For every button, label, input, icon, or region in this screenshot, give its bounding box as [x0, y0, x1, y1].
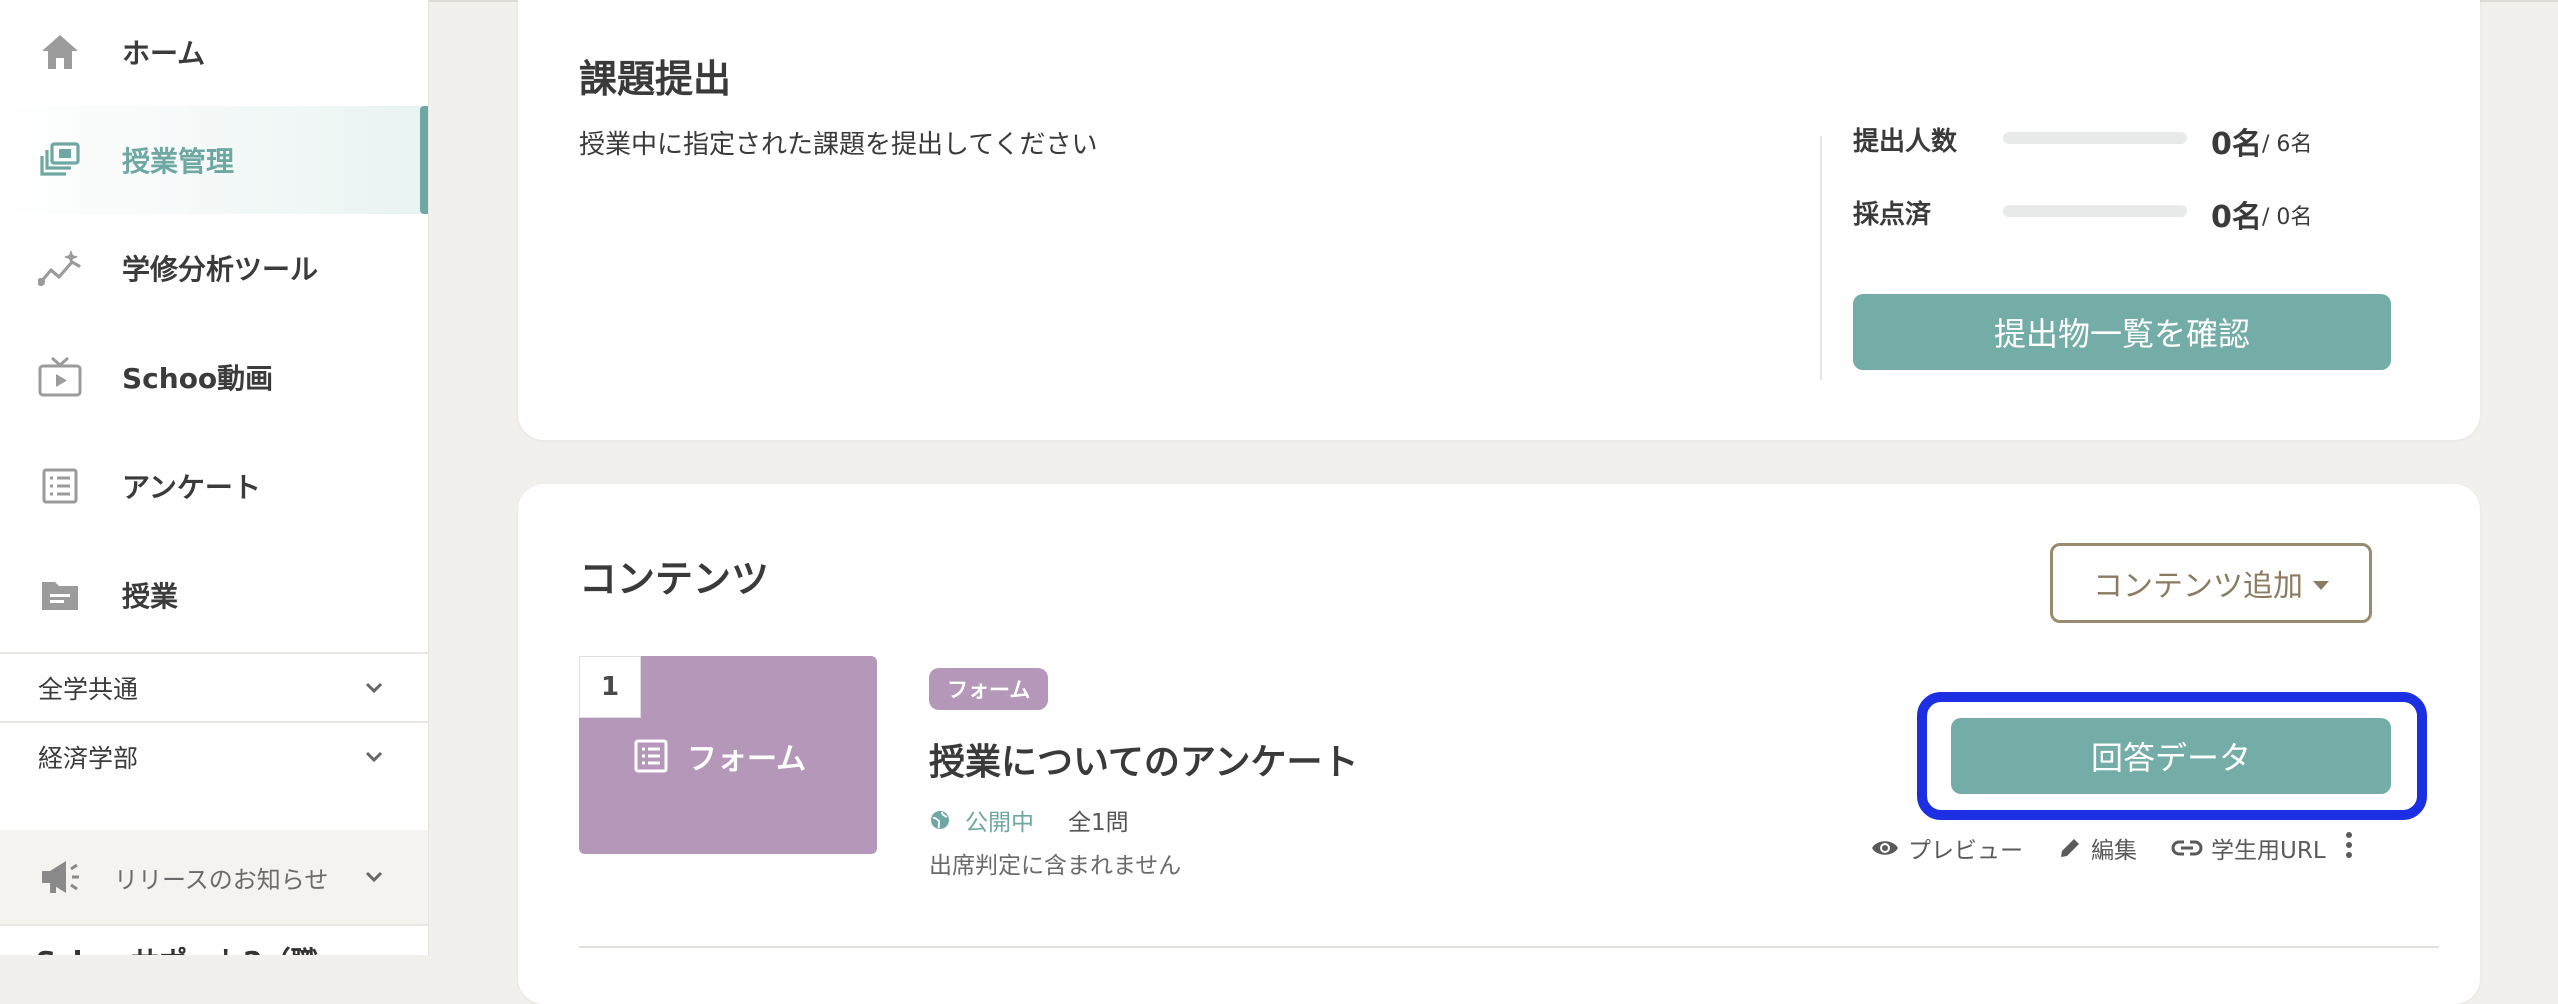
student-url-label: 学生用URL	[2211, 838, 2326, 864]
preview-label: プレビュー	[1908, 838, 2023, 864]
add-content-button[interactable]: コンテンツ追加	[2050, 543, 2372, 623]
contents-title: コンテンツ	[579, 557, 770, 601]
dept-label: 経済学部	[38, 744, 139, 773]
sidebar-item-schoo-video[interactable]: Schoo動画	[0, 323, 428, 431]
sidebar-item-survey[interactable]: アンケート	[0, 432, 428, 540]
edit-label: 編集	[2091, 838, 2137, 864]
sidebar-item-home[interactable]: ホーム	[0, 0, 428, 106]
sidebar-item-label: Schoo動画	[122, 362, 274, 395]
survey-icon	[36, 462, 84, 510]
divider	[1820, 136, 1822, 380]
sidebar: ホーム 授業管理 学修分析ツール Schoo動画 アンケート 授業 全学共通 経…	[0, 0, 429, 955]
link-icon	[2171, 840, 2203, 856]
add-content-label: コンテンツ追加	[2093, 569, 2303, 604]
content-number: 1	[579, 656, 641, 718]
question-count: 全1問	[1068, 810, 1129, 836]
highlight-box	[1917, 692, 2427, 820]
caret-down-icon	[2313, 580, 2329, 590]
thumbnail-label: フォーム	[633, 734, 806, 778]
graded-progress-bar	[2003, 205, 2187, 217]
analytics-icon	[36, 244, 84, 292]
release-label: リリースのお知らせ	[114, 865, 329, 894]
sidebar-item-label: アンケート	[122, 471, 261, 504]
sidebar-item-label: 学修分析ツール	[122, 253, 319, 286]
folder-icon	[36, 571, 84, 619]
divider	[579, 946, 2439, 948]
content-meta: 公開中 全1問	[929, 803, 1129, 837]
graded-label: 採点済	[1853, 200, 1932, 230]
assignment-card: 課題提出 授業中に指定された課題を提出してください 提出人数 0名 / 6名 採…	[518, 0, 2480, 440]
globe-icon	[931, 811, 949, 829]
sidebar-item-class-management[interactable]: 授業管理	[0, 106, 428, 214]
more-icon[interactable]	[2344, 830, 2354, 866]
video-icon	[36, 353, 84, 401]
assignment-title: 課題提出	[579, 57, 732, 101]
sidebar-item-label: ホーム	[122, 37, 206, 70]
divider	[0, 924, 428, 926]
sidebar-dept-economics[interactable]: 経済学部	[0, 723, 428, 791]
content-thumbnail[interactable]: 1 フォーム	[579, 656, 877, 854]
graded-total: / 0名	[2262, 205, 2313, 230]
chevron-down-icon	[360, 674, 388, 702]
form-badge: フォーム	[929, 668, 1049, 710]
assignment-description: 授業中に指定された課題を提出してください	[579, 130, 1098, 160]
form-icon	[633, 738, 669, 774]
dept-label: 全学共通	[38, 675, 139, 704]
submitted-progress-bar	[2003, 132, 2187, 144]
edit-link[interactable]: 編集	[2057, 831, 2137, 865]
megaphone-icon	[36, 853, 84, 901]
status-public: 公開中	[929, 803, 1034, 837]
submitted-total: / 6名	[2262, 132, 2313, 157]
sidebar-item-analytics[interactable]: 学修分析ツール	[0, 214, 428, 322]
submitted-count: 0名	[2211, 127, 2262, 162]
thumbnail-text: フォーム	[687, 742, 807, 777]
sidebar-item-label: 授業	[122, 580, 179, 613]
view-submissions-button[interactable]: 提出物一覧を確認	[1853, 294, 2391, 370]
class-management-icon	[36, 136, 84, 184]
content-title[interactable]: 授業についてのアンケート	[929, 733, 1358, 785]
home-icon	[36, 28, 84, 76]
pencil-icon	[2061, 839, 2079, 857]
status-text: 公開中	[965, 810, 1034, 836]
sidebar-item-support[interactable]: Schooサポート2（職	[36, 940, 319, 955]
attendance-note: 出席判定に含まれません	[929, 853, 1182, 879]
chevron-down-icon	[360, 863, 388, 891]
sidebar-dept-all[interactable]: 全学共通	[0, 654, 428, 722]
sidebar-item-label: 授業管理	[122, 145, 235, 178]
graded-count: 0名	[2211, 200, 2262, 235]
submitted-label: 提出人数	[1853, 127, 1958, 157]
sidebar-item-class[interactable]: 授業	[0, 541, 428, 649]
student-url-link[interactable]: 学生用URL	[2171, 831, 2326, 865]
release-notes[interactable]: リリースのお知らせ	[0, 830, 428, 924]
preview-link[interactable]: プレビュー	[1870, 831, 2023, 865]
chevron-down-icon	[360, 743, 388, 771]
content-actions: プレビュー 編集 学生用URL	[1870, 830, 2354, 866]
eye-icon	[1872, 841, 1898, 855]
